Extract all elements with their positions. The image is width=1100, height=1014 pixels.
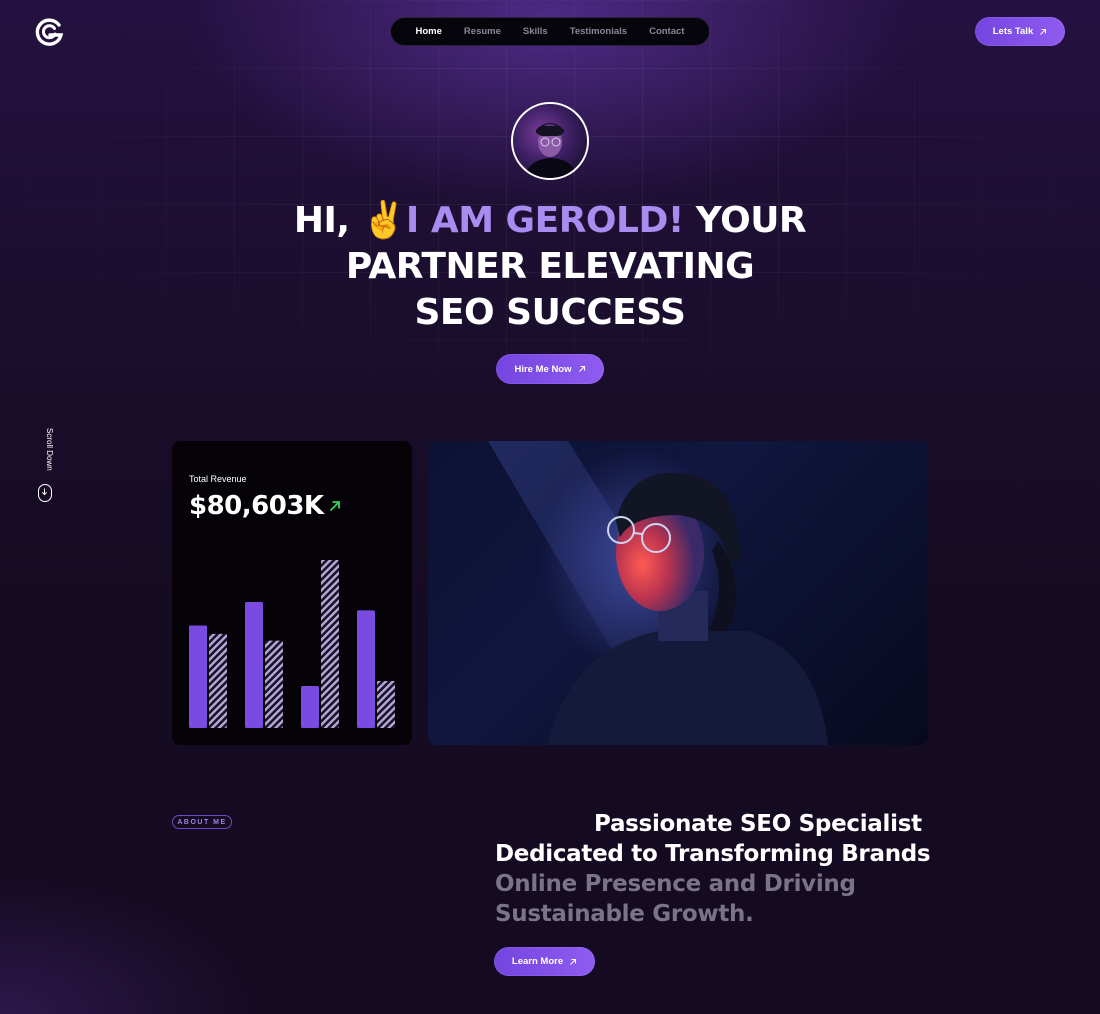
scroll-down-label: Scroll Down	[45, 428, 54, 471]
arrow-up-right-icon	[570, 958, 577, 965]
about-statement: Passionate SEO Specialist Dedicated to T…	[495, 809, 935, 929]
arrow-up-right-icon	[578, 365, 585, 372]
about-line3: Online Presence and Driving	[495, 871, 856, 897]
hero-line1-suffix: YOUR	[683, 200, 807, 241]
learn-more-button[interactable]: Learn More	[494, 947, 595, 976]
profile-avatar	[511, 102, 589, 180]
revenue-bar-chart	[189, 560, 395, 728]
chart-bar-solid-4	[357, 610, 375, 728]
portrait-photo	[428, 441, 928, 745]
chart-bar-solid-3	[301, 686, 319, 728]
about-line2: Dedicated to Transforming Brands	[495, 841, 931, 867]
revenue-card: Total Revenue $80,603K	[172, 441, 412, 745]
chart-bar-solid-2	[245, 602, 263, 728]
nav-item-home[interactable]: Home	[416, 26, 442, 37]
lets-talk-button[interactable]: Lets Talk	[975, 17, 1065, 46]
scroll-down-indicator[interactable]: Scroll Down	[36, 428, 56, 508]
hero-line3: SEO SUCCESS	[414, 292, 687, 333]
hero-line1-prefix: HI,	[293, 200, 362, 241]
hero-line2: PARTNER ELEVATING	[345, 246, 755, 287]
about-line1: Passionate SEO Specialist	[594, 811, 922, 837]
mouse-icon	[38, 484, 52, 502]
lets-talk-label: Lets Talk	[992, 26, 1034, 37]
nav-item-resume[interactable]: Resume	[464, 26, 501, 37]
hero-heading: HI, ✌️I AM GEROLD! YOUR PARTNER ELEVATIN…	[250, 198, 850, 336]
g-logo-icon[interactable]	[33, 16, 65, 48]
nav-item-contact[interactable]: Contact	[649, 26, 684, 37]
chart-bar-hatched-4	[377, 680, 395, 728]
nav-item-testimonials[interactable]: Testimonials	[570, 26, 627, 37]
chart-bar-solid-1	[189, 625, 207, 728]
about-line4: Sustainable Growth.	[495, 901, 754, 927]
main-nav: Home Resume Skills Testimonials Contact	[390, 17, 710, 46]
chart-bar-hatched-3	[321, 560, 339, 728]
hire-me-button[interactable]: Hire Me Now	[496, 354, 604, 384]
about-me-badge: ABOUT ME	[172, 815, 232, 829]
peace-emoji: ✌️	[361, 200, 407, 241]
chart-bar-hatched-2	[265, 640, 283, 728]
hire-me-label: Hire Me Now	[514, 363, 572, 375]
chart-bar-hatched-1	[209, 633, 227, 728]
learn-more-label: Learn More	[511, 956, 564, 967]
hero-name-accent: I AM GEROLD!	[405, 200, 684, 241]
nav-item-skills[interactable]: Skills	[523, 26, 548, 37]
arrow-up-right-icon	[1040, 28, 1047, 35]
